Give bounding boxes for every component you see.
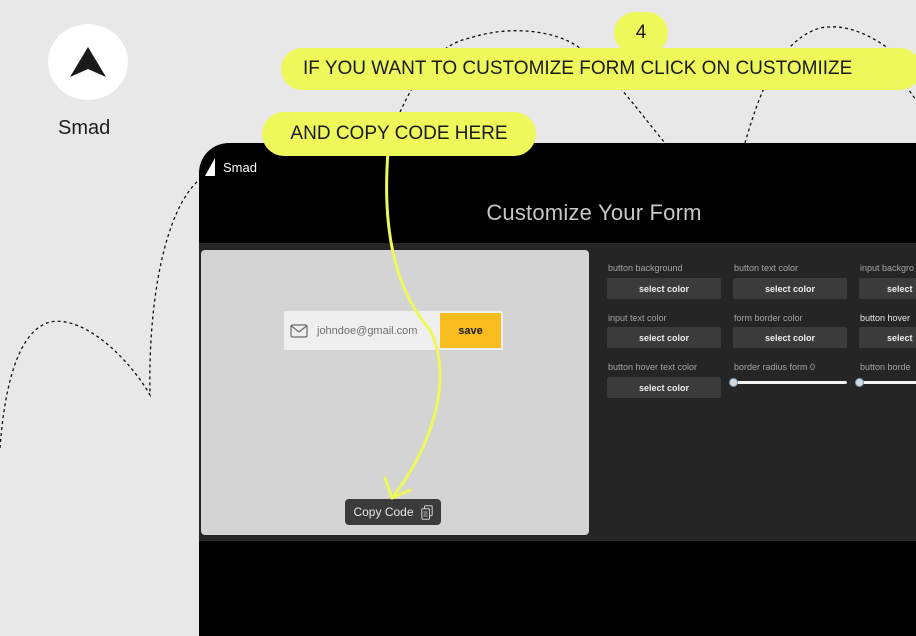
button-hover-text-color-select[interactable]: select color <box>607 377 721 398</box>
page-title: Customize Your Form <box>486 200 702 225</box>
save-button[interactable]: save <box>440 313 501 348</box>
button-hover-select[interactable]: select <box>859 327 916 348</box>
copy-code-label: Copy Code <box>353 505 414 519</box>
input-text-color-select[interactable]: select color <box>607 327 721 348</box>
brand-name: Smad <box>58 117 111 139</box>
copy-code-callout: AND COPY CODE HERE <box>262 112 536 156</box>
app-name: Smad <box>223 160 257 175</box>
email-form-preview: johndoe@gmail.com save <box>284 311 503 350</box>
button-text-color-select[interactable]: select color <box>733 278 847 299</box>
form-border-color-label: form border color <box>734 313 803 323</box>
app-logo-icon <box>205 158 215 176</box>
step-badge: 4 <box>614 12 668 54</box>
navigation-arrow-icon <box>70 47 106 77</box>
button-border-slider[interactable] <box>859 381 916 384</box>
button-hover-text-color-label: button hover text color <box>608 362 698 372</box>
mail-icon <box>290 323 308 338</box>
input-text-color-label: input text color <box>608 313 667 323</box>
app-window: Smad Customize Your Form johndoe@gmail.c… <box>199 143 916 636</box>
form-preview-panel <box>201 250 589 535</box>
button-border-slider-thumb[interactable] <box>855 378 864 387</box>
button-background-select[interactable]: select color <box>607 278 721 299</box>
button-border-label: button borde <box>860 362 911 372</box>
copy-icon <box>420 504 433 520</box>
border-radius-slider[interactable] <box>733 381 847 384</box>
button-background-label: button background <box>608 263 683 273</box>
form-border-color-select[interactable]: select color <box>733 327 847 348</box>
customize-callout: IF YOU WANT TO CUSTOMIZE FORM CLICK ON C… <box>281 48 916 90</box>
border-radius-slider-thumb[interactable] <box>729 378 738 387</box>
button-hover-label: button hover <box>860 313 911 323</box>
border-radius-form-label: border radius form 0 <box>734 362 816 372</box>
button-text-color-label: button text color <box>734 263 799 273</box>
brand-logo <box>48 24 128 100</box>
input-background-label: input backgro <box>860 263 915 273</box>
email-input[interactable]: johndoe@gmail.com <box>317 325 440 337</box>
input-background-select[interactable]: select <box>859 278 916 299</box>
copy-code-button[interactable]: Copy Code <box>345 499 441 525</box>
